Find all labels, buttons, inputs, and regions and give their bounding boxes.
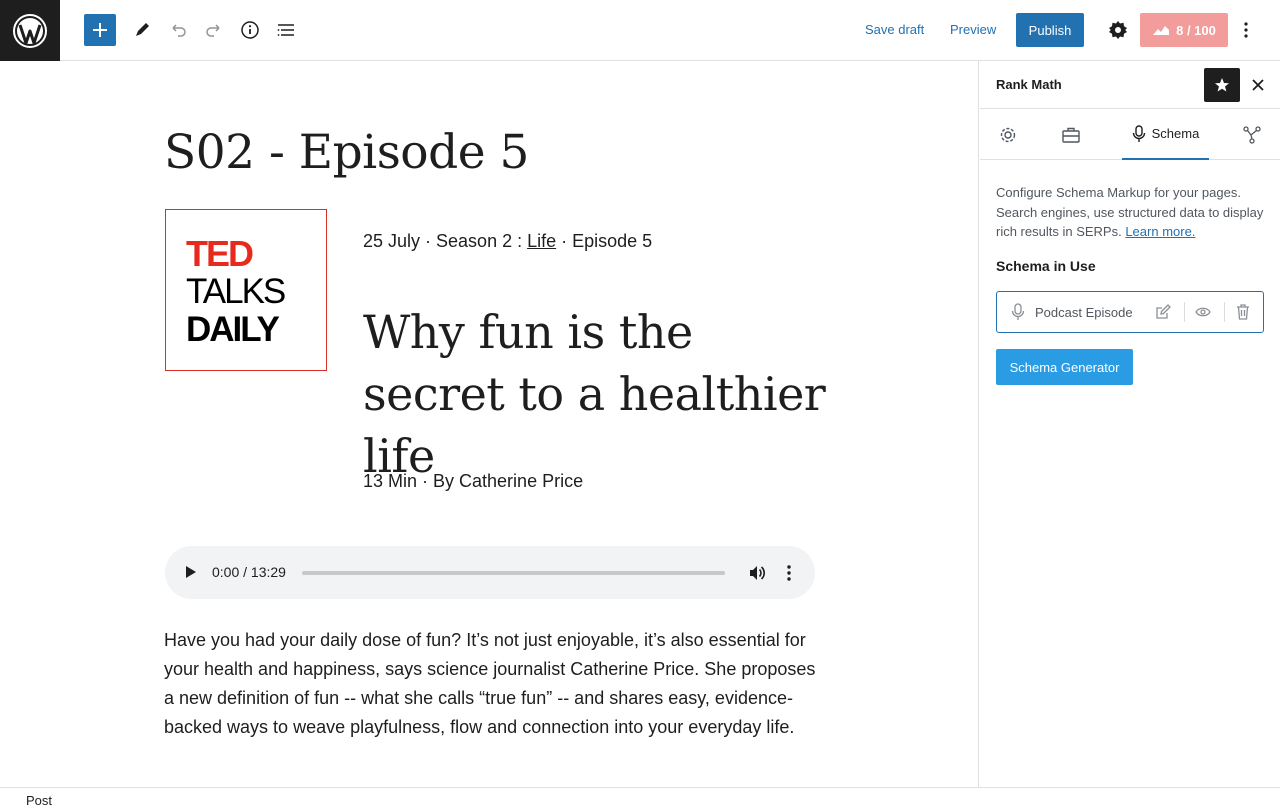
gear-icon — [1109, 21, 1127, 39]
briefcase-icon — [1062, 127, 1080, 143]
season-link[interactable]: Life — [527, 231, 556, 251]
undo-icon — [172, 24, 186, 37]
meta-prefix: 25 July · Season 2 : — [363, 231, 528, 251]
schema-item-podcast-episode: Podcast Episode — [996, 291, 1264, 333]
tab-schema-label: Schema — [1151, 126, 1200, 141]
audio-time: 0:00 / 13:29 — [212, 564, 286, 580]
editor-canvas: S02 - Episode 5 TED TALKS DAILY 25 July … — [0, 61, 979, 787]
preview-eye-icon[interactable] — [1194, 303, 1212, 321]
audio-player: 0:00 / 13:29 — [165, 546, 815, 599]
plus-icon — [93, 23, 107, 37]
schema-generator-button[interactable]: Schema Generator — [996, 349, 1133, 385]
redo-icon — [206, 24, 220, 37]
post-title[interactable]: S02 - Episode 5 — [164, 125, 529, 180]
schema-item-label: Podcast Episode — [1035, 305, 1133, 320]
tools-button[interactable] — [126, 14, 158, 46]
schema-in-use-heading: Schema in Use — [996, 258, 1096, 274]
list-view-icon — [277, 24, 294, 36]
top-toolbar: Save draft Preview Publish 8 / 100 — [0, 0, 1280, 61]
settings-button[interactable] — [1102, 14, 1134, 46]
seo-score: 8 / 100 — [1176, 22, 1216, 38]
tab-schema[interactable]: Schema — [1122, 109, 1209, 160]
redo-button[interactable] — [198, 14, 230, 46]
cover-line-1: TED — [186, 233, 254, 274]
tab-general[interactable] — [988, 109, 1028, 160]
volume-icon[interactable] — [748, 564, 766, 582]
learn-more-link[interactable]: Learn more. — [1125, 224, 1195, 239]
rank-math-sidebar: Rank Math Schema Configure Schema Markup… — [980, 61, 1280, 787]
episode-description[interactable]: Have you had your daily dose of fun? It’… — [164, 626, 824, 742]
episode-duration: 13 Min · By Catherine Price — [363, 471, 584, 491]
editor-footer: Post — [0, 787, 1280, 812]
cover-line-2: TALKS — [186, 272, 286, 311]
tab-social[interactable] — [1232, 109, 1272, 160]
audio-menu-icon[interactable] — [786, 564, 792, 582]
episode-title[interactable]: Why fun is the secret to a healthier lif… — [363, 301, 833, 487]
save-draft-button[interactable]: Save draft — [865, 18, 924, 42]
list-view-button[interactable] — [270, 14, 302, 46]
sidebar-title: Rank Math — [996, 77, 1062, 92]
close-icon — [1252, 79, 1264, 91]
divider — [1224, 302, 1225, 322]
close-sidebar-button[interactable] — [1246, 73, 1270, 97]
sidebar-tabs: Schema — [980, 109, 1280, 160]
star-icon — [1215, 78, 1229, 92]
sidebar-header: Rank Math — [980, 61, 1280, 109]
audio-progress-track[interactable] — [302, 571, 725, 575]
microphone-icon — [1132, 124, 1145, 142]
preview-button[interactable]: Preview — [950, 18, 996, 42]
meta-suffix: · Episode 5 — [556, 231, 653, 251]
schema-description: Configure Schema Markup for your pages. … — [996, 183, 1266, 242]
rank-math-icon — [1153, 26, 1170, 35]
more-options-button[interactable] — [1230, 14, 1262, 46]
wordpress-logo-icon[interactable] — [0, 0, 60, 61]
podcast-cover-image[interactable]: TED TALKS DAILY — [165, 209, 327, 371]
gear-icon — [1000, 127, 1016, 142]
info-icon — [241, 21, 259, 39]
cover-line-3: DAILY — [186, 310, 280, 349]
edit-icon[interactable] — [1154, 303, 1172, 321]
details-button[interactable] — [234, 14, 266, 46]
undo-button[interactable] — [162, 14, 194, 46]
publish-button[interactable]: Publish — [1016, 13, 1084, 47]
divider — [1184, 302, 1185, 322]
social-icon — [1243, 125, 1261, 144]
trash-icon[interactable] — [1234, 303, 1252, 321]
pin-sidebar-button[interactable] — [1204, 68, 1240, 102]
tab-advanced[interactable] — [1050, 109, 1092, 160]
pencil-icon — [136, 23, 149, 36]
vertical-ellipsis-icon — [1244, 22, 1248, 38]
rank-math-score-button[interactable]: 8 / 100 — [1140, 13, 1228, 47]
episode-meta: 25 July · Season 2 : Life · Episode 5 — [363, 231, 652, 252]
breadcrumb[interactable]: Post — [26, 793, 52, 808]
play-icon[interactable] — [185, 565, 197, 579]
add-block-button[interactable] — [84, 14, 116, 46]
microphone-icon — [1009, 303, 1027, 321]
